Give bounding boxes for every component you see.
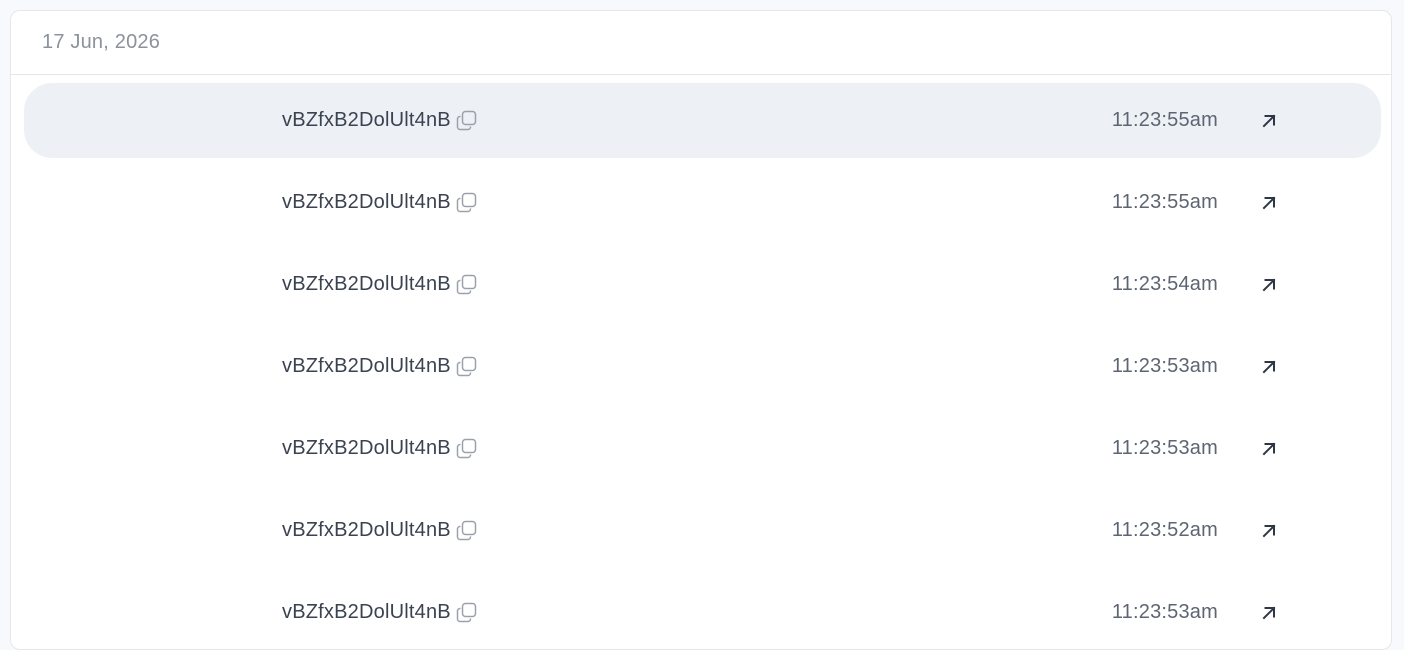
copy-icon[interactable]: [456, 274, 477, 295]
event-id: vBZfxB2DolUlt4nB: [282, 437, 451, 459]
table-row[interactable]: vBZfxB2DolUlt4nB 11:23:53am: [24, 575, 1381, 649]
table-row[interactable]: vBZfxB2DolUlt4nB 11:23:53am: [24, 411, 1381, 486]
copy-icon[interactable]: [456, 356, 477, 377]
arrow-up-right-icon[interactable]: [1259, 603, 1279, 623]
copy-icon[interactable]: [456, 192, 477, 213]
copy-icon[interactable]: [456, 520, 477, 541]
event-id: vBZfxB2DolUlt4nB: [282, 273, 451, 295]
event-id: vBZfxB2DolUlt4nB: [282, 109, 451, 131]
table-row[interactable]: vBZfxB2DolUlt4nB 11:23:53am: [24, 329, 1381, 404]
events-card: 17 Jun, 2026 vBZfxB2DolUlt4nB 11:23:55am…: [10, 10, 1392, 650]
arrow-up-right-icon[interactable]: [1259, 521, 1279, 541]
arrow-up-right-icon[interactable]: [1259, 357, 1279, 377]
table-row[interactable]: vBZfxB2DolUlt4nB 11:23:54am: [24, 247, 1381, 322]
arrow-up-right-icon[interactable]: [1259, 439, 1279, 459]
event-time: 11:23:53am: [1111, 437, 1218, 459]
event-time: 11:23:55am: [1111, 191, 1218, 213]
table-row[interactable]: vBZfxB2DolUlt4nB 11:23:55am: [24, 83, 1381, 158]
event-time: 11:23:54am: [1111, 273, 1218, 295]
table-row[interactable]: vBZfxB2DolUlt4nB 11:23:52am: [24, 493, 1381, 568]
event-time: 11:23:53am: [1111, 601, 1218, 623]
arrow-up-right-icon[interactable]: [1259, 275, 1279, 295]
arrow-up-right-icon[interactable]: [1259, 193, 1279, 213]
event-id: vBZfxB2DolUlt4nB: [282, 355, 451, 377]
date-group-header: 17 Jun, 2026: [11, 11, 1391, 75]
copy-icon[interactable]: [456, 602, 477, 623]
arrow-up-right-icon[interactable]: [1259, 111, 1279, 131]
copy-icon[interactable]: [456, 110, 477, 131]
date-label: 17 Jun, 2026: [42, 31, 161, 53]
event-id: vBZfxB2DolUlt4nB: [282, 601, 451, 623]
copy-icon[interactable]: [456, 438, 477, 459]
event-time: 11:23:53am: [1111, 355, 1218, 377]
table-row[interactable]: vBZfxB2DolUlt4nB 11:23:55am: [24, 165, 1381, 240]
event-id: vBZfxB2DolUlt4nB: [282, 519, 451, 541]
event-time: 11:23:55am: [1111, 109, 1218, 131]
event-id: vBZfxB2DolUlt4nB: [282, 191, 451, 213]
event-time: 11:23:52am: [1111, 519, 1218, 541]
